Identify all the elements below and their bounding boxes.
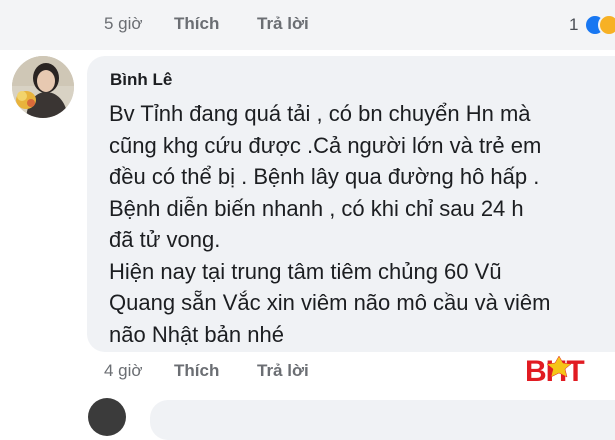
bht-logo: BHT [525, 355, 585, 386]
haha-icon [598, 14, 615, 36]
previous-comment-time[interactable]: 5 giờ [104, 14, 174, 34]
comment-line: não Nhật bản nhé [109, 321, 284, 347]
comment-line: Bệnh diễn biến nhanh , có khi chỉ sau 24… [109, 195, 524, 221]
previous-comment-actions: 5 giờ Thích Trả lời [104, 14, 309, 34]
avatar-photo [12, 56, 74, 118]
comment-author[interactable]: Bình Lê [110, 70, 172, 90]
like-button[interactable]: Thích [174, 361, 257, 381]
comment-line: đều có thể bị . Bệnh lây qua đường hô hấ… [109, 164, 540, 189]
comment-line: Hiện nay tại trung tâm tiêm chủng 60 Vũ [109, 258, 502, 284]
avatar[interactable] [12, 56, 74, 118]
comment-line: đã tử vong. [109, 227, 221, 252]
comment-line: Bv Tỉnh đang quá tải , có bn chuyển Hn m… [109, 101, 531, 126]
next-comment-bubble [150, 400, 615, 440]
comment-time[interactable]: 4 giờ [104, 361, 174, 381]
reply-button[interactable]: Trả lời [257, 14, 309, 34]
comment-line: cũng khg cứu được .Cả người lớn và trẻ e… [109, 132, 542, 158]
watermark-logo: BHT [525, 354, 615, 386]
reply-button[interactable]: Trả lời [257, 361, 309, 381]
like-button[interactable]: Thích [174, 14, 257, 34]
comment-line: Quang sẵn Vắc xin viêm não mô cầu và viê… [109, 290, 551, 315]
reaction-icons [584, 13, 615, 37]
reaction-count: 1 [569, 15, 579, 34]
next-comment-avatar[interactable] [88, 398, 126, 436]
comment-text: Bv Tỉnh đang quá tải , có bn chuyển Hn m… [109, 98, 550, 350]
comment-actions: 4 giờ Thích Trả lời [104, 361, 309, 381]
reaction-summary[interactable]: 1 [569, 13, 615, 37]
